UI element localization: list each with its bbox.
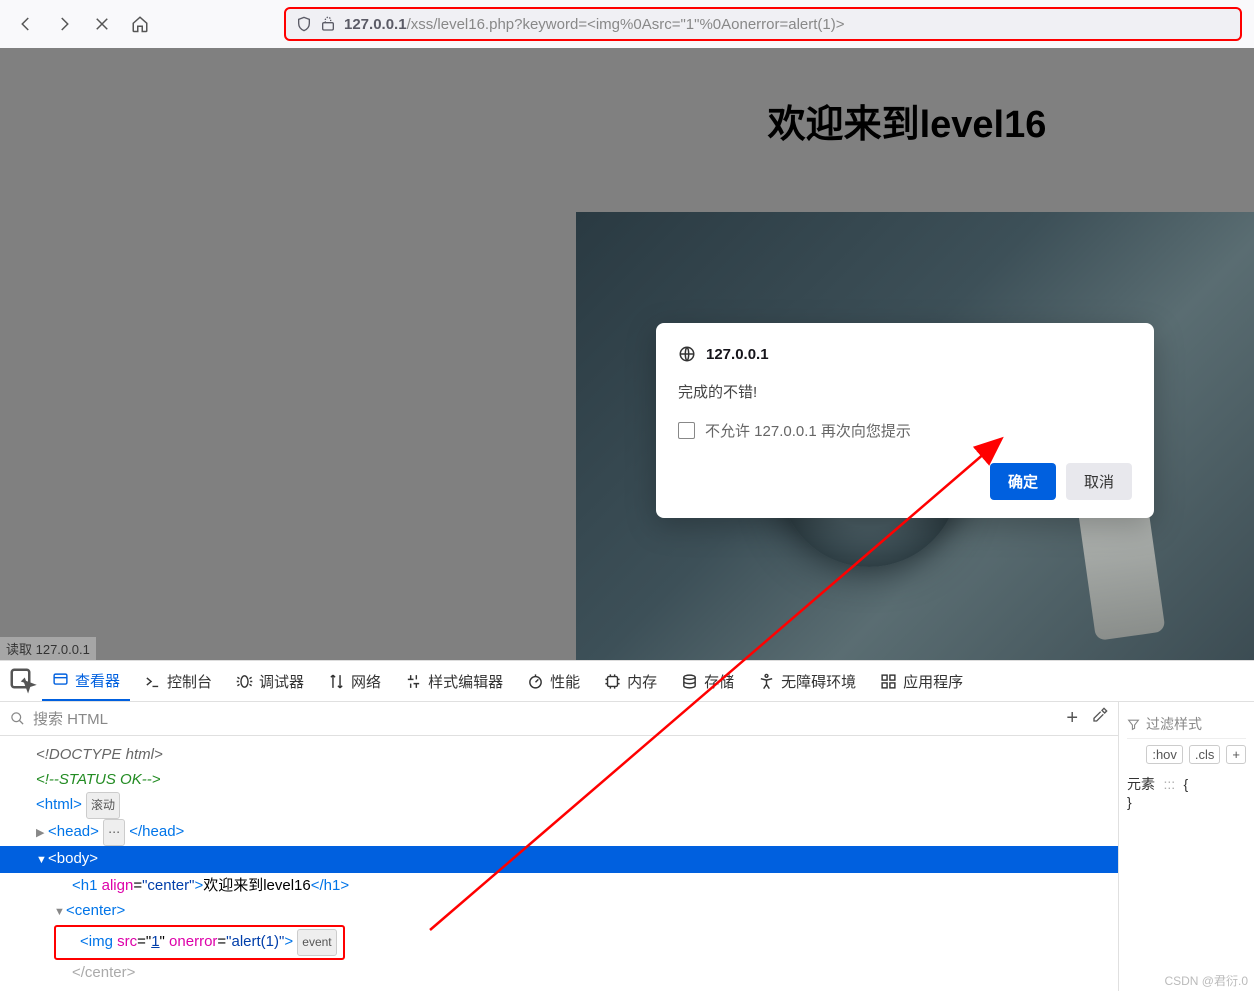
tab-style[interactable]: 样式编辑器: [395, 663, 513, 700]
browser-toolbar: 127.0.0.1/xss/level16.php?keyword=<img%0…: [0, 0, 1254, 48]
page-viewport: 欢迎来到level16 读取 127.0.0.1 127.0.0.1 完成的不错…: [0, 48, 1254, 660]
lock-icon: [320, 16, 336, 32]
filter-icon: [1127, 718, 1140, 731]
eyedropper-icon[interactable]: [1092, 707, 1108, 723]
tab-console[interactable]: 控制台: [134, 663, 222, 700]
tab-performance[interactable]: 性能: [517, 663, 590, 700]
ok-button[interactable]: 确定: [990, 463, 1056, 500]
address-bar[interactable]: 127.0.0.1/xss/level16.php?keyword=<img%0…: [284, 7, 1242, 41]
stop-button[interactable]: [88, 10, 116, 38]
selected-node: ▼<body>: [0, 846, 1118, 873]
cls-toggle[interactable]: .cls: [1189, 745, 1221, 764]
devtools-panel: 查看器 控制台 调试器 网络 样式编辑器 性能 内存 存储 无障碍环境 应用程序…: [0, 660, 1254, 991]
forward-button[interactable]: [50, 10, 78, 38]
shield-icon: [296, 16, 312, 32]
checkbox-icon[interactable]: [678, 422, 695, 439]
tab-storage[interactable]: 存储: [671, 663, 744, 700]
alert-checkbox-row[interactable]: 不允许 127.0.0.1 再次向您提示: [678, 420, 1132, 441]
tab-debugger[interactable]: 调试器: [226, 663, 314, 700]
page-title: 欢迎来到level16: [560, 93, 1254, 148]
style-rule[interactable]: 元素 ::: { }: [1127, 770, 1246, 811]
dom-tree: 搜索 HTML + <!DOCTYPE html> <!--STATUS OK-…: [0, 702, 1119, 991]
styles-filter[interactable]: 过滤样式: [1127, 710, 1246, 739]
alert-dialog: 127.0.0.1 完成的不错! 不允许 127.0.0.1 再次向您提示 确定…: [656, 323, 1154, 518]
tab-inspector[interactable]: 查看器: [42, 662, 130, 701]
tab-apps[interactable]: 应用程序: [870, 663, 973, 700]
search-placeholder: 搜索 HTML: [33, 708, 108, 729]
tab-memory[interactable]: 内存: [594, 663, 667, 700]
cancel-button[interactable]: 取消: [1066, 463, 1132, 500]
home-button[interactable]: [126, 10, 154, 38]
back-button[interactable]: [12, 10, 40, 38]
alert-checkbox-label: 不允许 127.0.0.1 再次向您提示: [705, 420, 911, 441]
styles-panel: 过滤样式 :hov .cls + 元素 ::: { }: [1119, 702, 1254, 991]
alert-message: 完成的不错!: [678, 381, 1132, 402]
search-icon: [10, 711, 25, 726]
html-source[interactable]: <!DOCTYPE html> <!--STATUS OK--> <html> …: [0, 736, 1118, 991]
add-rule[interactable]: +: [1226, 745, 1246, 764]
status-text: 读取 127.0.0.1: [0, 637, 96, 660]
globe-icon: [678, 345, 696, 363]
dom-search[interactable]: 搜索 HTML +: [0, 702, 1118, 736]
tab-network[interactable]: 网络: [318, 663, 391, 700]
devtools-tabs: 查看器 控制台 调试器 网络 样式编辑器 性能 内存 存储 无障碍环境 应用程序: [0, 661, 1254, 702]
add-icon[interactable]: +: [1066, 707, 1078, 730]
tab-accessibility[interactable]: 无障碍环境: [748, 663, 866, 700]
alert-origin: 127.0.0.1: [678, 345, 1132, 363]
watermark: CSDN @君衍.0: [1164, 972, 1248, 989]
hov-toggle[interactable]: :hov: [1146, 745, 1183, 764]
element-picker-icon[interactable]: [8, 666, 38, 696]
url-text: 127.0.0.1/xss/level16.php?keyword=<img%0…: [344, 16, 845, 33]
